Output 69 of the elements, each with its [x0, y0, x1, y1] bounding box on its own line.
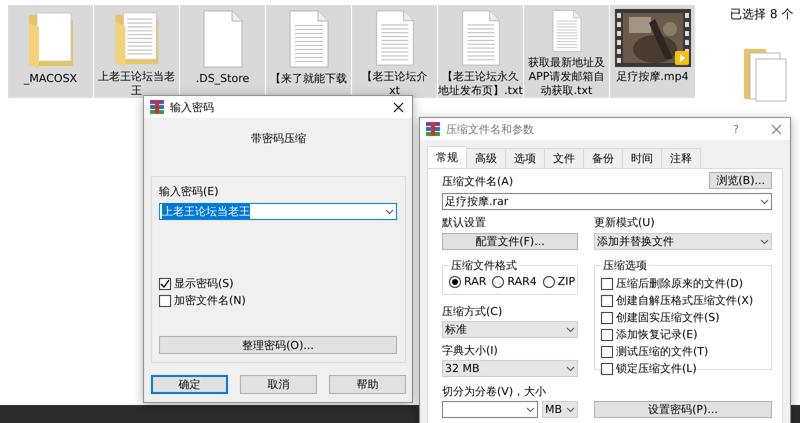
- update-mode-dropdown[interactable]: 添加并替换文件: [594, 233, 772, 250]
- group-label: 压缩选项: [602, 258, 648, 273]
- close-icon[interactable]: [393, 102, 404, 112]
- organize-passwords-button[interactable]: 整理密码(O)...: [159, 336, 397, 354]
- file-name: 上老王论坛当老 王: [98, 70, 175, 98]
- archive-app-icon: [150, 100, 164, 114]
- checkbox[interactable]: 测试压缩的文件(T): [601, 343, 765, 360]
- file-name: 【老王论坛介 xt: [362, 70, 428, 98]
- play-badge-icon: [674, 51, 688, 65]
- radio-button[interactable]: ZIP: [542, 275, 576, 288]
- caret-icon: [526, 406, 535, 412]
- file-item[interactable]: 【老王论坛介 xt: [352, 5, 437, 98]
- dialog-button[interactable]: 确定: [151, 375, 228, 394]
- password-field[interactable]: 上老王论坛当老王: [159, 203, 397, 220]
- dialog-heading: 带密码压缩: [250, 131, 307, 146]
- split-size-field[interactable]: [442, 401, 538, 418]
- caret-icon: [566, 326, 575, 332]
- file-item[interactable]: _MACOSX: [8, 5, 93, 98]
- caret-icon: [566, 406, 575, 412]
- caret-icon: [760, 238, 769, 244]
- window-title: 压缩文件名和参数: [446, 122, 535, 136]
- file-item[interactable]: 足疗按摩.mp4: [610, 5, 695, 98]
- checkbox[interactable]: 创建自解压格式压缩文件(X): [601, 292, 765, 309]
- field-label: 更新模式(U): [594, 216, 656, 230]
- archive-app-icon: [426, 122, 440, 136]
- field-label: 字典大小(I): [442, 344, 499, 358]
- checkbox[interactable]: 锁定压缩文件(L): [601, 360, 765, 377]
- browse-button[interactable]: 浏览(B)...: [709, 172, 772, 189]
- checkbox[interactable]: 显示密码(S): [159, 275, 397, 292]
- file-name: 足疗按摩.mp4: [616, 70, 689, 84]
- file-item[interactable]: 【来了就能下载: [266, 5, 351, 98]
- dictionary-dropdown[interactable]: 32 MB: [442, 360, 578, 377]
- file-item[interactable]: .DS_Store: [180, 5, 265, 98]
- file-name: 【老王论坛永久 地址发布页】.txt: [438, 70, 523, 98]
- help-button[interactable]: ?: [733, 122, 739, 136]
- file-name: _MACOSX: [24, 72, 78, 86]
- checkbox[interactable]: 压缩后删除原来的文件(D): [601, 275, 765, 292]
- field-label: 默认设置: [442, 216, 487, 230]
- checkbox[interactable]: 创建固实压缩文件(S): [601, 309, 765, 326]
- file-name: .DS_Store: [196, 72, 250, 86]
- checkbox[interactable]: 添加恢复记录(E): [601, 326, 765, 343]
- field-label: 压缩方式(C): [442, 305, 504, 319]
- file-name: 【来了就能下载: [270, 72, 347, 86]
- tab[interactable]: 常规: [427, 146, 467, 168]
- file-name: 获取最新地址及 APP请发邮箱自 动获取.txt: [528, 56, 605, 98]
- group-label: 压缩文件格式: [450, 258, 518, 273]
- dialog-button[interactable]: 取消: [240, 375, 317, 394]
- radio-button[interactable]: RAR: [449, 275, 486, 288]
- method-dropdown[interactable]: 标准: [442, 321, 578, 338]
- profiles-button[interactable]: 配置文件(F)...: [442, 233, 578, 250]
- file-item[interactable]: 获取最新地址及 APP请发邮箱自 动获取.txt: [524, 5, 609, 98]
- selection-info: 已选择 8 个: [730, 6, 794, 23]
- checkbox[interactable]: 加密文件名(N): [159, 292, 397, 309]
- window-title: 输入密码: [170, 100, 215, 114]
- field-label: 切分为分卷(V)，大小: [442, 385, 548, 399]
- set-password-button[interactable]: 设置密码(P)...: [594, 401, 772, 418]
- dialog-button[interactable]: 帮助: [329, 375, 406, 394]
- tab[interactable]: 注释: [661, 148, 701, 168]
- caret-icon: [385, 208, 394, 214]
- radio-button[interactable]: RAR4: [492, 275, 537, 288]
- field-label: 输入密码(E): [159, 185, 220, 199]
- file-item[interactable]: 上老王论坛当老 王: [94, 5, 179, 98]
- field-label: 压缩文件名(A): [442, 175, 514, 189]
- archive-name-field[interactable]: 足疗按摩.rar: [442, 193, 772, 210]
- caret-icon: [566, 366, 575, 372]
- file-item[interactable]: 【老王论坛永久 地址发布页】.txt: [438, 5, 523, 98]
- check-icon: [160, 278, 170, 288]
- caret-icon: [760, 198, 769, 204]
- unit-dropdown[interactable]: MB: [542, 401, 578, 418]
